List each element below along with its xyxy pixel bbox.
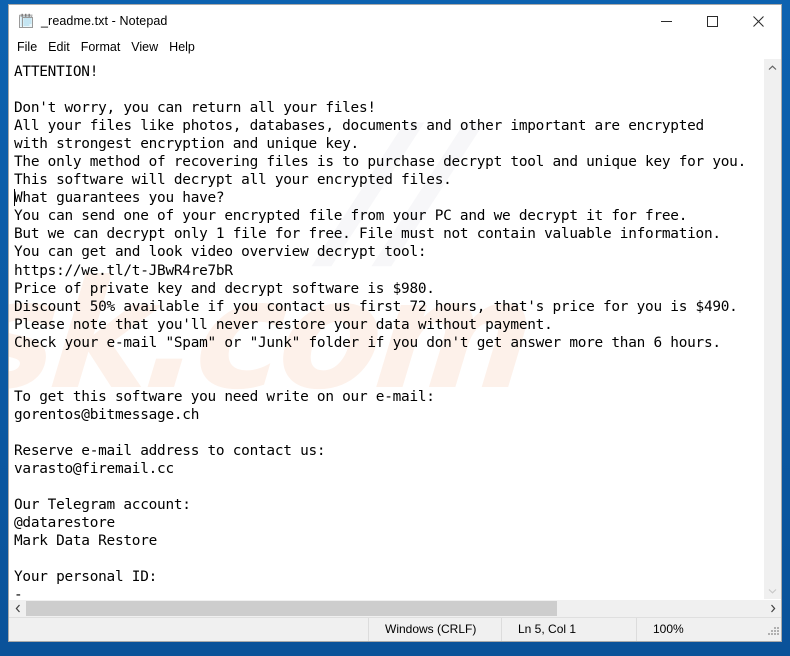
minimize-button[interactable]: [643, 5, 689, 37]
menu-bar: File Edit Format View Help: [9, 37, 781, 58]
desktop-background: _readme.txt - Notepad File Edit Format V…: [0, 0, 790, 656]
editor-row: // sk.com ATTENTION! Don't worry, you ca…: [9, 59, 781, 599]
window-title: _readme.txt - Notepad: [41, 14, 168, 28]
notepad-icon: [18, 13, 35, 30]
chevron-up-icon: [768, 64, 777, 70]
menu-item-file[interactable]: File: [17, 37, 44, 58]
chevron-right-icon: [770, 604, 775, 613]
maximize-icon: [706, 15, 718, 27]
title-bar-left: _readme.txt - Notepad: [9, 13, 643, 30]
scroll-right-button[interactable]: [764, 600, 781, 617]
maximize-button[interactable]: [689, 5, 735, 37]
menu-item-edit[interactable]: Edit: [48, 37, 77, 58]
scroll-down-button[interactable]: [764, 582, 781, 599]
resize-grip-icon[interactable]: [765, 618, 781, 641]
text-caret: [14, 189, 15, 206]
title-bar[interactable]: _readme.txt - Notepad: [9, 5, 781, 37]
status-cursor-position: Ln 5, Col 1: [501, 618, 636, 641]
editor-region: // sk.com ATTENTION! Don't worry, you ca…: [9, 58, 781, 617]
status-line-ending: Windows (CRLF): [368, 618, 501, 641]
notepad-window: _readme.txt - Notepad File Edit Format V…: [8, 4, 782, 642]
window-controls: [643, 5, 781, 37]
close-icon: [752, 15, 764, 27]
status-zoom-level: 100%: [636, 618, 765, 641]
close-button[interactable]: [735, 5, 781, 37]
scroll-up-button[interactable]: [764, 59, 781, 76]
menu-item-view[interactable]: View: [131, 37, 165, 58]
horizontal-scrollbar[interactable]: [9, 599, 781, 617]
menu-item-format[interactable]: Format: [81, 37, 128, 58]
status-bar: Windows (CRLF) Ln 5, Col 1 100%: [9, 617, 781, 641]
menu-item-help[interactable]: Help: [169, 37, 202, 58]
horizontal-scroll-track[interactable]: [26, 600, 764, 617]
vertical-scrollbar[interactable]: [763, 59, 781, 599]
text-editor[interactable]: // sk.com ATTENTION! Don't worry, you ca…: [9, 59, 763, 599]
chevron-down-icon: [768, 588, 777, 594]
ransom-note-text: ATTENTION! Don't worry, you can return a…: [14, 64, 747, 599]
horizontal-scroll-thumb[interactable]: [26, 601, 558, 616]
vertical-scroll-track[interactable]: [764, 76, 781, 582]
scroll-left-button[interactable]: [9, 600, 26, 617]
minimize-icon: [660, 20, 672, 22]
chevron-left-icon: [15, 604, 20, 613]
